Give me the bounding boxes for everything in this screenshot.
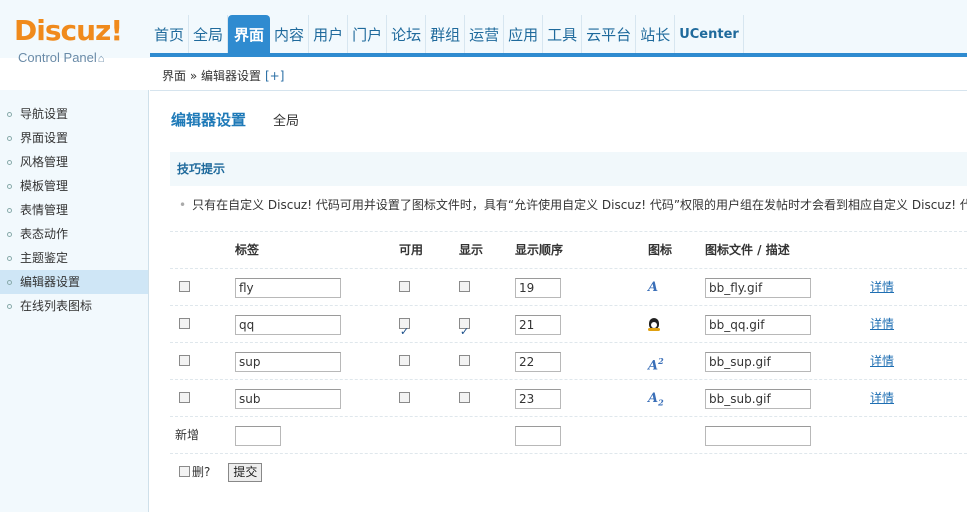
detail-link[interactable]: 详情 [870, 317, 894, 331]
topnav-group[interactable]: 群组 [426, 15, 466, 53]
header-label: 标签 [235, 243, 260, 257]
delete-all-area: 删? 提交 [179, 454, 263, 490]
sidebar-item-online-icons[interactable]: 在线列表图标 [0, 294, 148, 318]
add-shortcut-button[interactable]: [+] [265, 69, 284, 83]
delete-checkbox[interactable] [179, 318, 190, 329]
delete-all-label: 删? [192, 465, 211, 479]
home-icon[interactable]: ⌂ [98, 53, 105, 65]
tips-text-content: 只有在自定义 Discuz! 代码可用并设置了图标文件时，具有“允许使用自定义 … [192, 198, 967, 212]
topnav-plugin[interactable]: 应用 [504, 15, 544, 53]
show-checkbox[interactable] [459, 392, 470, 403]
delete-checkbox[interactable] [179, 355, 190, 366]
show-checkbox[interactable] [459, 281, 470, 292]
new-label-input[interactable] [235, 425, 281, 446]
breadcrumb-bar: 界面 » 编辑器设置 [+] [150, 57, 967, 91]
table-row: fly 19 A bb_fly.gif 详情 [170, 269, 967, 306]
header: Discuz! Control Panel⌂ 首页 全局 界面 内容 用户 门户… [0, 0, 967, 66]
sidebar-item-styles[interactable]: 风格管理 [0, 150, 148, 174]
detail-link[interactable]: 详情 [870, 280, 894, 294]
delete-checkbox[interactable] [179, 392, 190, 403]
new-order-input[interactable] [515, 425, 561, 446]
topnav-extended[interactable]: 运营 [465, 15, 505, 53]
available-checkbox[interactable] [399, 392, 410, 403]
sidebar: 导航设置 界面设置 风格管理 模板管理 表情管理 表态动作 主题鉴定 编辑器设置… [0, 90, 149, 512]
topnav-founder[interactable]: 站长 [636, 15, 676, 53]
order-input[interactable]: 23 [515, 388, 561, 409]
detail-link[interactable]: 详情 [870, 354, 894, 368]
header-available: 可用 [399, 243, 424, 257]
order-input[interactable]: 22 [515, 351, 561, 372]
fly-icon: A [648, 280, 659, 295]
label-input[interactable]: sub [235, 388, 341, 409]
order-input[interactable]: 21 [515, 314, 561, 335]
sidebar-item-templates[interactable]: 模板管理 [0, 174, 148, 198]
header-file: 图标文件 / 描述 [705, 243, 790, 257]
bbcode-table: 标签 可用 显示 显示顺序 图标 图标文件 / 描述 fly 19 A bb_f… [170, 231, 967, 490]
icon-file-input[interactable]: bb_qq.gif [705, 314, 811, 335]
tab-bar: 编辑器设置 全局 [171, 109, 299, 130]
logo-subtitle: Control Panel⌂ [18, 50, 104, 67]
qq-penguin-icon [648, 317, 660, 332]
topnav-tools[interactable]: 工具 [543, 15, 583, 53]
header-show: 显示 [459, 243, 484, 257]
top-nav: 首页 全局 界面 内容 用户 门户 论坛 群组 运营 应用 工具 云平台 站长 … [150, 15, 744, 53]
new-row-label: 新增 [175, 428, 200, 442]
delete-all-checkbox[interactable] [179, 466, 190, 477]
table-row: sub 23 A2 bb_sub.gif 详情 [170, 380, 967, 417]
table-row: sup 22 A2 bb_sup.gif 详情 [170, 343, 967, 380]
delete-checkbox[interactable] [179, 281, 190, 292]
table-row: qq 21 bb_qq.gif 详情 [170, 306, 967, 350]
available-checkbox[interactable] [399, 281, 410, 292]
logo[interactable]: Discuz! Control Panel⌂ [0, 0, 150, 66]
topnav-ucenter[interactable]: UCenter [675, 15, 744, 53]
header-icon: 图标 [648, 243, 673, 257]
tips-title: 技巧提示 [170, 152, 967, 186]
order-input[interactable]: 19 [515, 277, 561, 298]
tab-editor-settings[interactable]: 编辑器设置 [171, 109, 246, 130]
new-icon-file-input[interactable] [705, 425, 811, 446]
show-checkbox[interactable] [459, 355, 470, 366]
available-checkbox[interactable] [399, 314, 410, 350]
logo-text: Discuz! [14, 14, 123, 47]
topnav-style[interactable]: 界面 [228, 15, 271, 53]
icon-file-input[interactable]: bb_fly.gif [705, 277, 811, 298]
submit-button[interactable]: 提交 [228, 463, 263, 482]
topnav-content[interactable]: 内容 [270, 15, 310, 53]
label-input[interactable]: qq [235, 314, 341, 335]
show-checkbox[interactable] [459, 314, 470, 350]
main-content: 编辑器设置 全局 技巧提示 • 只有在自定义 Discuz! 代码可用并设置了图标… [150, 91, 967, 512]
label-input[interactable]: fly [235, 277, 341, 298]
available-checkbox[interactable] [399, 355, 410, 366]
tab-global[interactable]: 全局 [273, 110, 299, 129]
subscript-icon: A2 [648, 391, 664, 408]
logo-subtitle-text: Control Panel [18, 50, 97, 65]
topnav-global[interactable]: 全局 [189, 15, 229, 53]
breadcrumb-path: 界面 » 编辑器设置 [162, 69, 261, 83]
topnav-portal[interactable]: 门户 [348, 15, 388, 53]
sidebar-item-smilies[interactable]: 表情管理 [0, 198, 148, 222]
tips-text: • 只有在自定义 Discuz! 代码可用并设置了图标文件时，具有“允许使用自定义… [170, 196, 967, 216]
bullet-icon: • [179, 198, 187, 212]
sidebar-item-editor[interactable]: 编辑器设置 [0, 270, 148, 294]
sidebar-item-click[interactable]: 表态动作 [0, 222, 148, 246]
header-order: 显示顺序 [515, 243, 564, 257]
new-row: 新增 [170, 417, 967, 454]
sidebar-item-nav[interactable]: 导航设置 [0, 102, 148, 126]
topnav-forum[interactable]: 论坛 [387, 15, 427, 53]
detail-link[interactable]: 详情 [870, 391, 894, 405]
table-header: 标签 可用 显示 显示顺序 图标 图标文件 / 描述 [170, 231, 967, 269]
submit-row: 删? 提交 [170, 454, 967, 490]
breadcrumb: 界面 » 编辑器设置 [+] [162, 67, 284, 84]
icon-file-input[interactable]: bb_sup.gif [705, 351, 811, 372]
topnav-user[interactable]: 用户 [309, 15, 349, 53]
superscript-icon: A2 [648, 356, 664, 374]
icon-file-input[interactable]: bb_sub.gif [705, 388, 811, 409]
label-input[interactable]: sup [235, 351, 341, 372]
sidebar-item-stamp[interactable]: 主题鉴定 [0, 246, 148, 270]
topnav-home[interactable]: 首页 [150, 15, 190, 53]
sidebar-item-style-settings[interactable]: 界面设置 [0, 126, 148, 150]
topnav-cloud[interactable]: 云平台 [582, 15, 637, 53]
